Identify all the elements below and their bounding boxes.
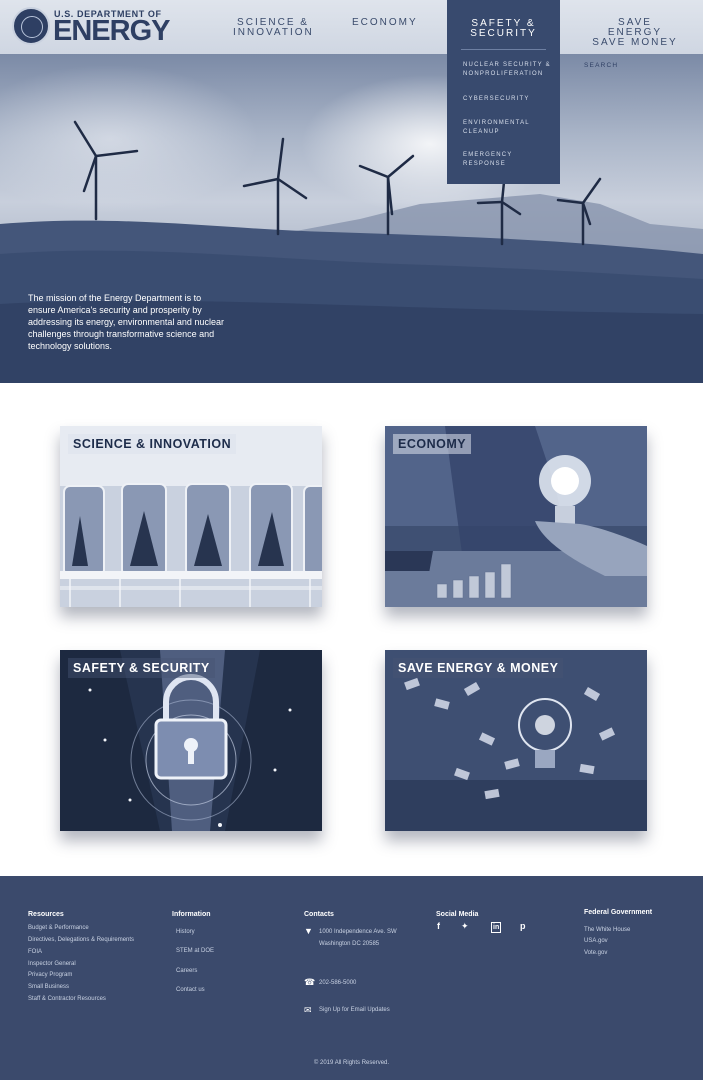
nav-label-line: SECURITY: [470, 28, 537, 39]
footer-heading-contacts: Contacts: [304, 911, 334, 918]
hero-banner: The mission of the Energy Department is …: [0, 54, 703, 383]
card-title: SCIENCE & INNOVATION: [68, 434, 237, 454]
logo-title: ENERGY: [53, 15, 170, 47]
footer-link[interactable]: STEM at DOE: [176, 948, 214, 954]
site-header: U.S. DEPARTMENT OF ENERGY SCIENCE & INNO…: [0, 0, 703, 54]
footer-link[interactable]: Budget & Performance: [28, 925, 89, 931]
footer-link[interactable]: History: [176, 929, 195, 935]
site-footer: Resources Budget & Performance Directive…: [0, 876, 703, 1080]
mission-statement: The mission of the Energy Department is …: [28, 293, 224, 351]
footer-link[interactable]: Inspector General: [28, 961, 76, 967]
nav-label-line: INNOVATION: [233, 27, 314, 38]
envelope-icon: ✉: [304, 1005, 312, 1015]
footer-link[interactable]: Contact us: [176, 987, 205, 993]
footer-link[interactable]: Staff & Contractor Resources: [28, 996, 106, 1002]
footer-link[interactable]: Small Business: [28, 984, 69, 990]
email-signup-link[interactable]: Sign Up for Email Updates: [319, 1007, 390, 1013]
nav-label-line: SAVE ENERGY: [607, 17, 663, 38]
search-link[interactable]: SEARCH: [584, 62, 618, 69]
card-economy[interactable]: ECONOMY: [385, 426, 647, 607]
footer-link[interactable]: The White House: [584, 927, 630, 933]
dropdown-label-line: ENVIRONMENTAL: [463, 120, 530, 126]
dropdown-label-line: CYBERSECURITY: [463, 96, 530, 102]
footer-link[interactable]: Vote.gov: [584, 950, 607, 956]
contact-address-line: Washington DC 20585: [319, 941, 380, 947]
location-pin-icon: ▼: [304, 926, 313, 936]
facebook-icon[interactable]: f: [437, 922, 440, 931]
twitter-icon[interactable]: ✦: [461, 922, 469, 931]
card-title: ECONOMY: [393, 434, 472, 454]
card-save-energy-money[interactable]: SAVE ENERGY & MONEY: [385, 650, 647, 831]
footer-heading-information: Information: [172, 911, 211, 918]
card-title: SAVE ENERGY & MONEY: [393, 658, 564, 678]
dropdown-label-line: CLEANUP: [463, 129, 500, 135]
dropdown-label-line: NUCLEAR SECURITY &: [463, 62, 551, 68]
nav-label-line: SAVE MONEY: [592, 37, 678, 48]
doe-logo[interactable]: U.S. DEPARTMENT OF ENERGY: [12, 7, 172, 47]
footer-heading-social: Social Media: [436, 911, 479, 918]
nav-safety-security[interactable]: SAFETY & SECURITY: [447, 19, 560, 39]
dropdown-item-emergency-response[interactable]: EMERGENCY RESPONSE: [463, 151, 558, 169]
pinterest-icon[interactable]: p: [520, 922, 526, 931]
contact-address-line: 1000 Independence Ave. SW: [319, 929, 397, 935]
page: U.S. DEPARTMENT OF ENERGY SCIENCE & INNO…: [0, 0, 703, 1080]
nav-save-energy[interactable]: SAVE ENERGY SAVE MONEY: [592, 18, 678, 48]
linkedin-icon[interactable]: in: [491, 922, 502, 933]
card-title: SAFETY & SECURITY: [68, 658, 215, 678]
dropdown-label-line: EMERGENCY: [463, 152, 513, 158]
dropdown-item-nuclear-security[interactable]: NUCLEAR SECURITY & NONPROLIFERATION: [463, 61, 558, 79]
card-safety-security[interactable]: SAFETY & SECURITY: [60, 650, 322, 831]
nav-science-innovation[interactable]: SCIENCE & INNOVATION: [233, 18, 313, 38]
nav-economy[interactable]: ECONOMY: [352, 18, 416, 28]
dropdown-divider: [461, 49, 546, 50]
footer-link[interactable]: Careers: [176, 968, 197, 974]
footer-link[interactable]: Directives, Delegations & Requirements: [28, 937, 134, 943]
contact-phone[interactable]: 202-586-5000: [319, 980, 356, 986]
copyright-notice: © 2019 All Rights Reserved.: [313, 1060, 390, 1066]
footer-link[interactable]: Privacy Program: [28, 972, 72, 978]
card-science-innovation[interactable]: SCIENCE & INNOVATION: [60, 426, 322, 607]
safety-dropdown-menu: SAFETY & SECURITY NUCLEAR SECURITY & NON…: [447, 0, 560, 184]
footer-heading-federal: Federal Government: [584, 909, 653, 916]
phone-icon: ☎: [304, 977, 316, 987]
dropdown-item-cybersecurity[interactable]: CYBERSECURITY: [463, 95, 558, 104]
dropdown-item-environmental-cleanup[interactable]: ENVIRONMENTAL CLEANUP: [463, 119, 558, 137]
doe-seal-icon: [12, 7, 50, 45]
dropdown-label-line: NONPROLIFERATION: [463, 71, 544, 77]
footer-link[interactable]: FOIA: [28, 949, 42, 955]
dropdown-label-line: RESPONSE: [463, 161, 506, 167]
footer-heading-resources: Resources: [28, 911, 64, 918]
footer-link[interactable]: USA.gov: [584, 938, 608, 944]
nav-label-line: ECONOMY: [352, 17, 418, 28]
